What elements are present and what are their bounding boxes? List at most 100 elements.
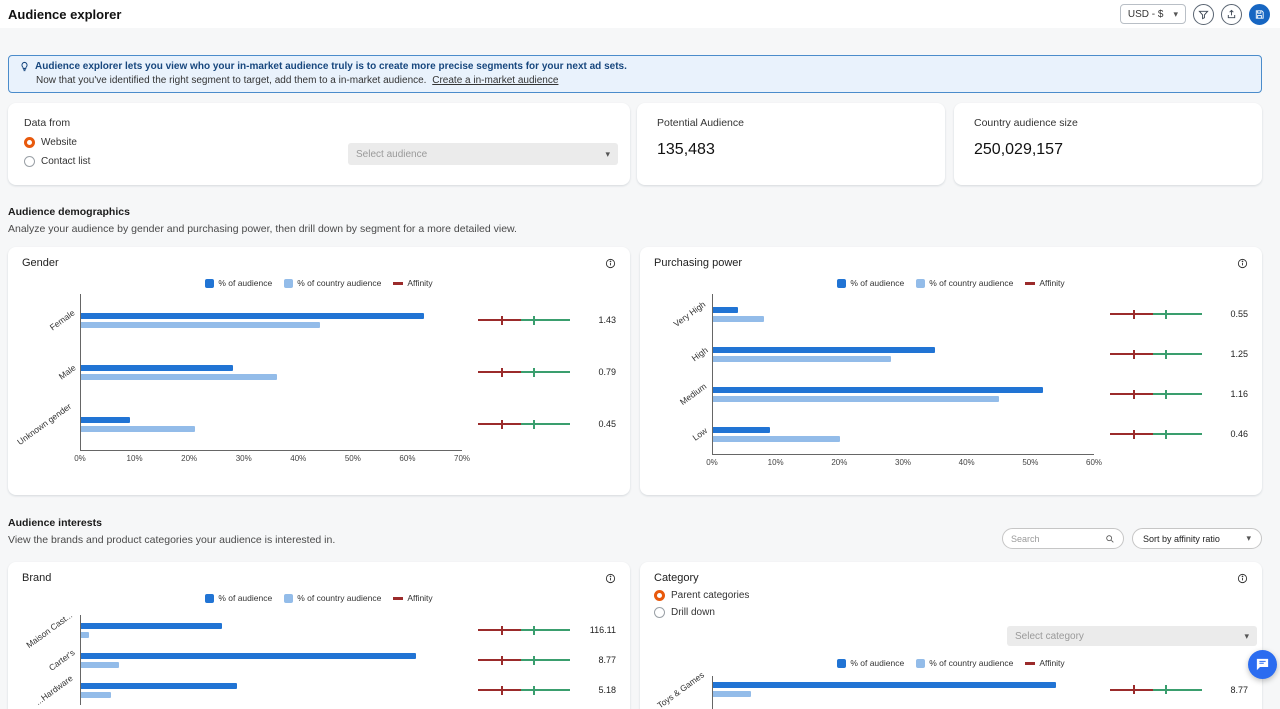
gauge-red-line bbox=[478, 371, 521, 373]
gauge-red-tick bbox=[501, 656, 503, 665]
audience-select-placeholder: Select audience bbox=[356, 149, 427, 160]
radio-website[interactable]: Website bbox=[24, 137, 77, 148]
y-axis-label: Low bbox=[654, 414, 712, 454]
gauge-green-tick bbox=[533, 686, 535, 695]
chat-button[interactable] bbox=[1248, 650, 1277, 679]
info-icon[interactable] bbox=[1237, 573, 1248, 584]
gauge-green-line bbox=[521, 629, 570, 631]
gauge-red-line bbox=[1110, 433, 1153, 435]
chevron-down-icon: ▾ bbox=[1244, 632, 1249, 641]
page-title: Audience explorer bbox=[8, 7, 121, 22]
search-input[interactable] bbox=[1011, 534, 1101, 544]
gauge-red-line bbox=[1110, 689, 1153, 691]
gauge-red-tick bbox=[1133, 390, 1135, 399]
gauge-red-line bbox=[478, 319, 521, 321]
affinity-swatch bbox=[393, 597, 403, 600]
audience-swatch bbox=[837, 659, 846, 668]
legend-country-label: % of country audience bbox=[297, 278, 381, 288]
affinity-value: 0.46 bbox=[1202, 414, 1248, 454]
gauge-spacer bbox=[478, 705, 570, 709]
gauge-green-line bbox=[521, 319, 570, 321]
bar-group bbox=[80, 645, 462, 675]
gauge-green-tick bbox=[533, 656, 535, 665]
info-icon[interactable] bbox=[1237, 258, 1248, 269]
legend-country-label: % of country audience bbox=[297, 593, 381, 603]
radio-selected-icon bbox=[654, 590, 665, 601]
gauge-green-tick bbox=[1165, 390, 1167, 399]
radio-contact-list[interactable]: Contact list bbox=[24, 156, 90, 167]
chart-row: Low 0.46 bbox=[654, 414, 1248, 454]
x-tick-label: 60% bbox=[1086, 458, 1102, 467]
y-axis-label-text: Very High bbox=[672, 299, 708, 329]
chart-row: Maison Cast...116.11 bbox=[22, 615, 616, 645]
audience-select[interactable]: Select audience ▾ bbox=[348, 143, 618, 165]
radio-parent-categories[interactable]: Parent categories bbox=[654, 590, 749, 601]
affinity-gauge bbox=[478, 645, 570, 675]
chart-row: Medium1.16 bbox=[654, 374, 1248, 414]
gauge-red-tick bbox=[1133, 430, 1135, 439]
affinity-gauge bbox=[478, 294, 570, 346]
demographics-section-subtitle: Analyze your audience by gender and purc… bbox=[8, 223, 517, 235]
gender-card: Gender % of audience % of country audien… bbox=[8, 247, 630, 495]
gauge-red-line bbox=[1110, 393, 1153, 395]
info-icon[interactable] bbox=[605, 573, 616, 584]
bar-group bbox=[712, 294, 1094, 334]
radio-drill-down[interactable]: Drill down bbox=[654, 607, 715, 618]
top-bar: Audience explorer USD - $ ▾ bbox=[0, 0, 1280, 28]
export-button[interactable] bbox=[1221, 4, 1242, 25]
legend-country-label: % of country audience bbox=[929, 658, 1013, 668]
audience-swatch bbox=[205, 279, 214, 288]
country-audience-value: 250,029,157 bbox=[974, 141, 1242, 159]
banner-headline-row: Audience explorer lets you view who your… bbox=[19, 61, 1251, 72]
x-tick-label: 10% bbox=[127, 454, 143, 463]
country-swatch bbox=[916, 279, 925, 288]
bar-group bbox=[80, 346, 462, 398]
affinity-spacer bbox=[1202, 454, 1248, 476]
gauge-spacer bbox=[1110, 454, 1202, 476]
country-audience-bar bbox=[713, 691, 751, 697]
legend-affinity: Affinity bbox=[393, 593, 432, 603]
legend-country: % of country audience bbox=[284, 278, 381, 288]
gauge-red-tick bbox=[501, 316, 503, 325]
sort-dropdown-label: Sort by affinity ratio bbox=[1143, 534, 1220, 544]
info-circle-icon bbox=[605, 258, 616, 269]
gauge-red-tick bbox=[501, 420, 503, 429]
lightbulb-icon bbox=[19, 61, 30, 72]
country-audience-bar bbox=[713, 356, 891, 362]
x-tick-label: 60% bbox=[399, 454, 415, 463]
audience-bar bbox=[81, 417, 130, 423]
currency-selector[interactable]: USD - $ ▾ bbox=[1120, 4, 1186, 24]
audience-bar bbox=[713, 682, 1056, 688]
gauge-red-tick bbox=[501, 368, 503, 377]
funnel-icon bbox=[1198, 9, 1209, 20]
x-tick-label: 50% bbox=[1022, 458, 1038, 467]
country-audience-bar bbox=[81, 692, 111, 698]
country-audience-bar bbox=[713, 396, 999, 402]
country-audience-card: Country audience size 250,029,157 bbox=[954, 103, 1262, 185]
category-select[interactable]: Select category ▾ bbox=[1007, 626, 1257, 646]
country-swatch bbox=[916, 659, 925, 668]
affinity-gauge bbox=[478, 675, 570, 705]
y-axis-label: Medium bbox=[654, 374, 712, 414]
filter-button[interactable] bbox=[1193, 4, 1214, 25]
save-button[interactable] bbox=[1249, 4, 1270, 25]
purchasing-power-card: Purchasing power % of audience % of coun… bbox=[640, 247, 1262, 495]
x-axis: 0%10%20%30%40%50%60%70% bbox=[80, 450, 462, 472]
x-axis-row: 0%10%20%30%40%50%60%70% bbox=[22, 450, 616, 472]
info-icon[interactable] bbox=[605, 258, 616, 269]
gauge-red-tick bbox=[501, 686, 503, 695]
affinity-gauge bbox=[478, 398, 570, 450]
category-chart: Toys & Games8.774.25 bbox=[654, 676, 1248, 709]
affinity-value: 0.79 bbox=[570, 346, 616, 398]
radio-drill-down-label: Drill down bbox=[671, 607, 715, 618]
x-tick-label: 10% bbox=[768, 458, 784, 467]
data-from-title: Data from bbox=[24, 117, 614, 129]
purchasing-power-chart: Very High0.55High1.25Medium1.16Low0.460%… bbox=[654, 294, 1248, 476]
gauge-green-line bbox=[1153, 689, 1202, 691]
country-audience-bar bbox=[713, 316, 764, 322]
legend-affinity: Affinity bbox=[1025, 658, 1064, 668]
create-audience-link[interactable]: Create a in-market audience bbox=[432, 75, 558, 86]
sort-dropdown[interactable]: Sort by affinity ratio ▾ bbox=[1132, 528, 1262, 549]
brand-card: Brand % of audience % of country audienc… bbox=[8, 562, 630, 709]
info-circle-icon bbox=[1237, 573, 1248, 584]
